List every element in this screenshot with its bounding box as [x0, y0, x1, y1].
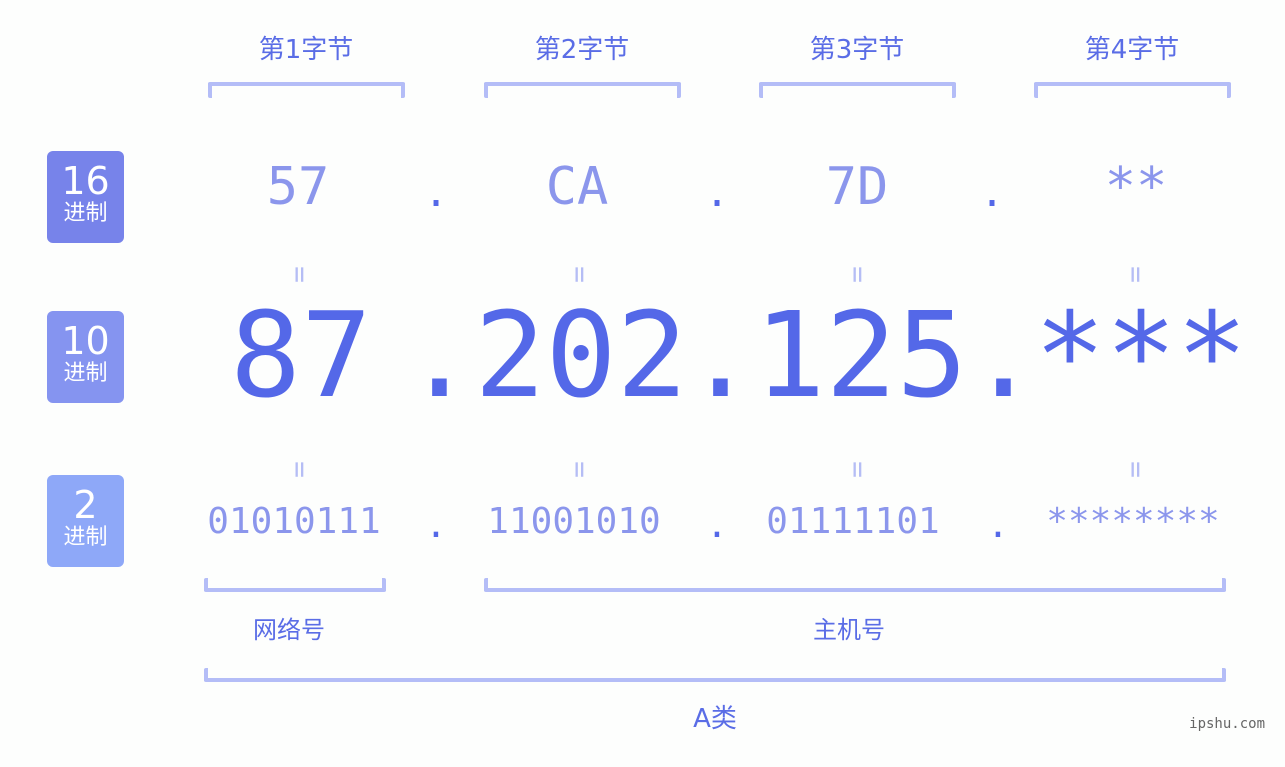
equals-icon: =: [1119, 461, 1153, 478]
class-label: A类: [693, 704, 737, 734]
byte-label-1: 第1字节: [258, 35, 354, 65]
hex-separator-3: .: [979, 170, 1005, 216]
bin-badge: 2 进制: [47, 475, 124, 567]
hex-value-1: 57: [266, 157, 330, 217]
hex-value-2: CA: [545, 157, 609, 217]
host-label: 主机号: [813, 616, 885, 644]
byte-label-3: 第3字节: [809, 35, 905, 65]
hex-badge: 16 进制: [47, 151, 124, 243]
hex-separator-1: .: [423, 170, 449, 216]
bin-separator-1: .: [425, 505, 447, 546]
byte-bracket-4: [1034, 82, 1231, 98]
equals-icon: =: [841, 461, 875, 478]
bin-value-1: 01010111: [207, 501, 381, 542]
hex-badge-unit: 进制: [63, 201, 108, 226]
dec-badge-unit: 进制: [63, 361, 108, 386]
dec-badge-base: 10: [61, 319, 110, 363]
class-bracket: [204, 668, 1226, 682]
hex-value-4: **: [1104, 157, 1168, 217]
hex-badge-base: 16: [61, 159, 110, 203]
watermark: ipshu.com: [1189, 716, 1265, 732]
bin-separator-2: .: [706, 505, 728, 546]
network-bracket: [204, 578, 386, 592]
dec-value-3: 125: [754, 286, 968, 424]
bin-value-3: 01111101: [766, 501, 940, 542]
dec-separator-1: .: [404, 286, 476, 424]
network-label: 网络号: [253, 616, 325, 644]
equals-icon: =: [283, 461, 317, 478]
bin-badge-base: 2: [73, 483, 98, 527]
byte-bracket-3: [759, 82, 956, 98]
bin-separator-3: .: [987, 505, 1009, 546]
hex-separator-2: .: [704, 170, 730, 216]
byte-bracket-1: [208, 82, 405, 98]
bin-badge-unit: 进制: [63, 525, 108, 550]
byte-bracket-2: [484, 82, 681, 98]
byte-label-4: 第4字节: [1084, 35, 1180, 65]
equals-icon: =: [563, 461, 597, 478]
bin-value-2: 11001010: [487, 501, 661, 542]
host-bracket: [484, 578, 1226, 592]
dec-value-1: 87: [229, 286, 373, 424]
hex-value-3: 7D: [825, 157, 889, 217]
byte-label-2: 第2字节: [534, 35, 630, 65]
dec-separator-2: .: [685, 286, 757, 424]
dec-value-2: 202: [474, 286, 688, 424]
dec-value-4: ***: [1034, 286, 1248, 424]
dec-badge: 10 进制: [47, 311, 124, 403]
dec-separator-3: .: [968, 286, 1040, 424]
bin-value-4: ********: [1046, 501, 1220, 542]
